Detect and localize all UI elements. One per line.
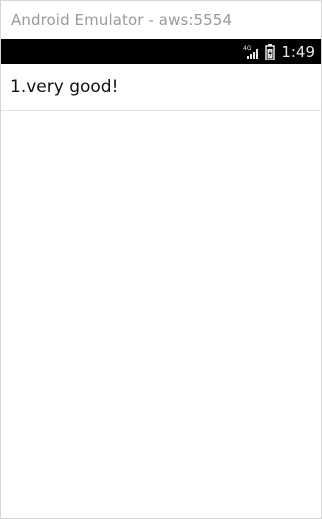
window-title: Android Emulator - aws:5554	[11, 11, 233, 29]
window-title-bar[interactable]: Android Emulator - aws:5554	[1, 1, 321, 39]
battery-icon	[265, 43, 276, 60]
emulator-window: Android Emulator - aws:5554 4G 1:49 1.ve…	[0, 0, 322, 519]
network-type-label: 4G	[243, 45, 252, 52]
list-item[interactable]: 1.very good!	[1, 64, 321, 111]
list-item-label: 1.very good!	[10, 77, 119, 97]
signal-icon: 4G	[243, 44, 261, 60]
android-status-bar: 4G 1:49	[1, 39, 321, 64]
app-screen: 1.very good!	[1, 64, 321, 518]
status-time: 1:49	[281, 42, 315, 61]
